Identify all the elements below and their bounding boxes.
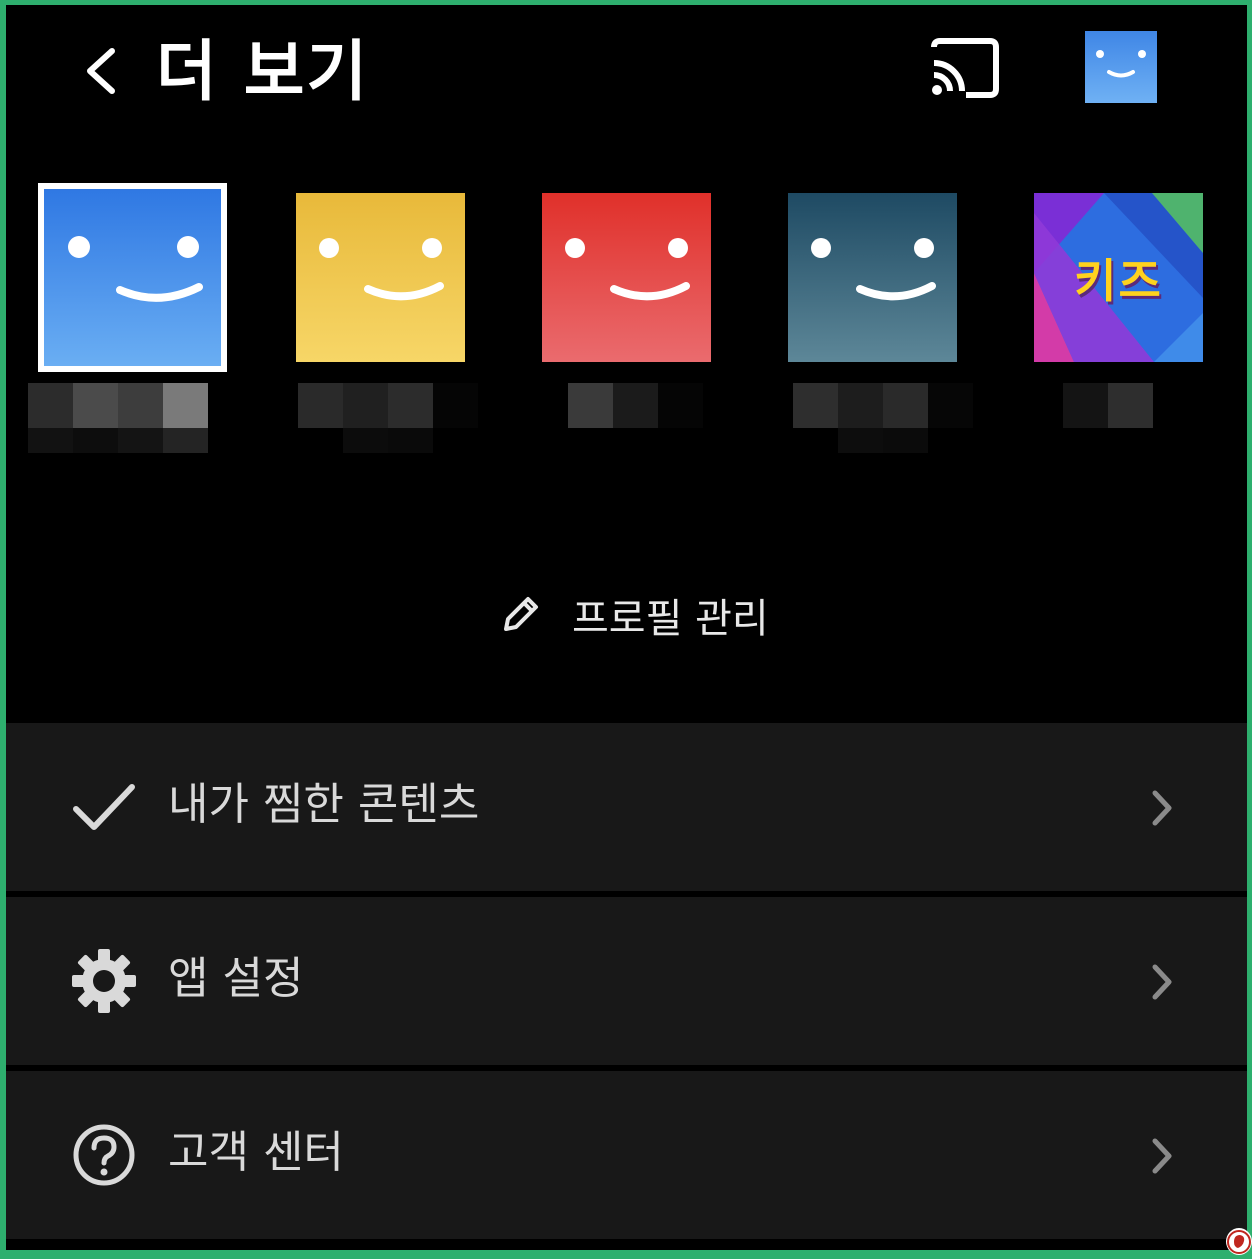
- cast-icon: [931, 38, 999, 98]
- back-button[interactable]: [76, 35, 126, 105]
- profile-kids[interactable]: 키즈: [1034, 193, 1203, 362]
- profile-avatar-button[interactable]: [1085, 31, 1157, 103]
- top-bar: 더 보기: [6, 5, 1247, 135]
- smiley-profile-icon: [542, 193, 711, 362]
- chevron-right-icon: [1152, 964, 1172, 1000]
- smiley-profile-icon: [296, 193, 465, 362]
- profile-name-blurred: [793, 383, 973, 453]
- smiley-profile-icon: [44, 189, 221, 366]
- kids-label: 키즈: [1074, 253, 1163, 308]
- help-circle-icon: [73, 1124, 135, 1186]
- menu-item-app-settings[interactable]: 앱 설정: [6, 897, 1247, 1065]
- app-screen: 더 보기 키즈 프로필 관리 내가 찜한 콘텐츠 앱 설정 고객 센터: [6, 5, 1247, 1250]
- menu-item-label: 내가 찜한 콘텐츠: [168, 779, 480, 830]
- menu-item-help-center[interactable]: 고객 센터: [6, 1071, 1247, 1239]
- profile-name-blurred: [298, 383, 478, 453]
- profile-3[interactable]: [542, 193, 711, 362]
- cast-button[interactable]: [926, 35, 1002, 101]
- profile-4[interactable]: [788, 193, 957, 362]
- smiley-profile-icon: [788, 193, 957, 362]
- manage-profiles-button[interactable]: 프로필 관리: [496, 583, 769, 647]
- gear-icon: [72, 949, 136, 1013]
- watermark-logo: [1226, 1228, 1252, 1255]
- profile-name-blurred: [28, 383, 208, 453]
- pencil-icon: [504, 597, 538, 631]
- chevron-right-icon: [1152, 1138, 1172, 1174]
- chevron-left-icon: [87, 48, 115, 94]
- menu-item-label: 앱 설정: [168, 953, 304, 1004]
- menu-item-my-list[interactable]: 내가 찜한 콘텐츠: [6, 723, 1247, 891]
- page-title: 더 보기: [156, 33, 370, 110]
- profile-1[interactable]: [38, 183, 227, 372]
- profile-name-blurred: [1063, 383, 1153, 453]
- manage-profiles-label: 프로필 관리: [572, 596, 769, 642]
- profile-name-blurred: [568, 383, 708, 453]
- profile-2[interactable]: [296, 193, 465, 362]
- check-icon: [73, 784, 135, 830]
- menu-item-label: 고객 센터: [168, 1127, 344, 1178]
- chevron-right-icon: [1152, 790, 1172, 826]
- smiley-avatar-icon: [1096, 50, 1146, 78]
